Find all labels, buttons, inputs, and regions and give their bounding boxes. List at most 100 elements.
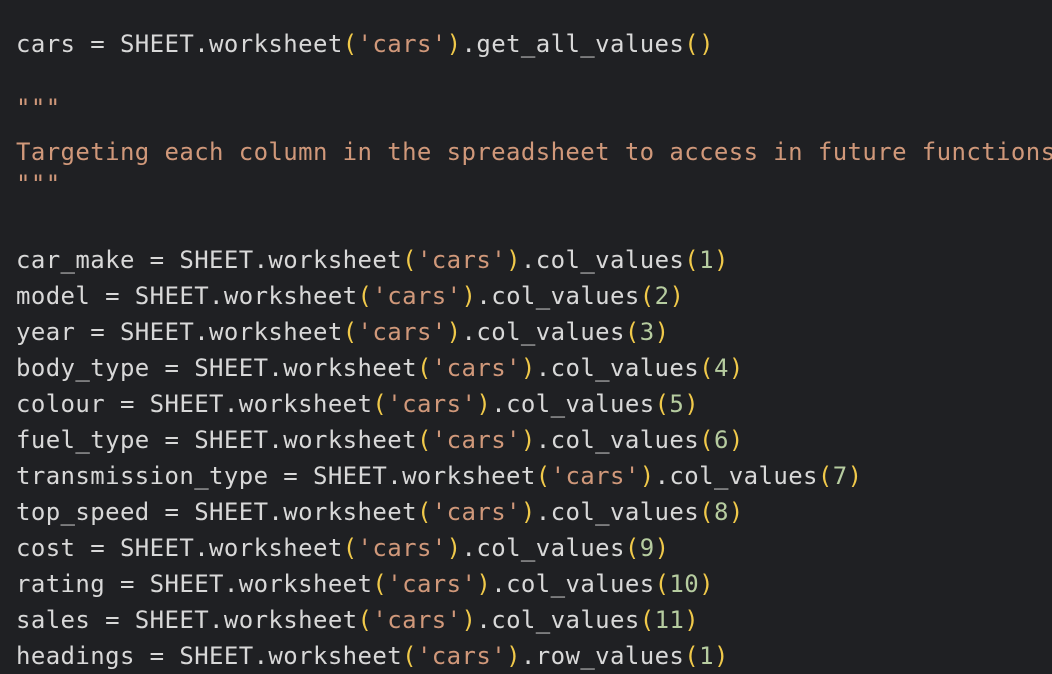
code-token: ( [402,642,417,670]
code-line[interactable]: body_type = SHEET.worksheet('cars').col_… [16,350,744,386]
code-token: ) [684,390,700,418]
code-token: ) [684,606,700,634]
code-token: ) [520,498,536,526]
code-token: ) [506,246,521,274]
code-token: colour = SHEET.worksheet [16,390,373,418]
code-token: 'cars' [431,354,521,382]
code-token: 7 [832,462,848,490]
code-token: cost = SHEET.worksheet [16,534,343,562]
code-token: ( [699,354,714,382]
code-line[interactable]: cars = SHEET.worksheet('cars').get_all_v… [16,26,714,62]
code-token: ) [699,570,714,598]
code-token: ) [520,354,536,382]
code-line[interactable]: transmission_type = SHEET.worksheet ( 'car… [16,458,862,494]
code-token: 'cars' [357,318,447,346]
code-token: 2 [654,282,670,310]
code-token: ( [416,426,432,454]
code-line[interactable]: colour = SHEET.worksheet('cars').col_val… [16,386,699,422]
code-token: 'cars' [357,30,447,58]
code-line[interactable]: model = SHEET.worksheet('cars').col_valu… [16,278,684,314]
code-token: ( [357,282,373,310]
code-token: ( [817,462,833,490]
code-token: ( [639,606,655,634]
code-token: 9 [639,534,655,562]
code-token: 6 [713,426,729,454]
code-token: 'cars' [550,462,640,490]
code-token: ) [639,462,655,490]
code-token: ) [476,570,492,598]
code-token: 'cars' [431,426,521,454]
code-token: ) [446,30,462,58]
code-token: """ [16,170,61,198]
code-token: sales = SHEET.worksheet [16,606,358,634]
code-token: 10 [669,570,700,598]
code-token: top_speed = SHEET.worksheet [16,498,417,526]
code-token: ( [372,570,388,598]
code-token: ( [342,318,358,346]
code-token: .row_values [520,642,685,670]
code-token: 'cars' [416,246,507,274]
code-token: ( [402,246,417,274]
code-line[interactable]: car_make = SHEET.worksheet('cars').col_v… [16,242,729,278]
code-token: ) [728,426,744,454]
code-token: ) [461,606,477,634]
code-token: 'cars' [431,498,521,526]
code-token: ( [624,534,640,562]
code-token: .col_values [491,390,655,418]
code-token: ) [476,390,492,418]
code-line[interactable]: year = SHEET.worksheet('cars').col_value… [16,314,669,350]
code-line[interactable]: top_speed = SHEET.worksheet('cars').col_… [16,494,744,530]
code-token: .get_all_values [461,30,685,58]
code-token: ( [654,390,670,418]
code-token: ) [728,498,744,526]
code-token: ( [654,570,670,598]
code-token: 5 [669,390,685,418]
code-token: 3 [639,318,655,346]
code-token: 'cars' [357,534,447,562]
code-token: ( [372,390,388,418]
code-token: .col_values [491,570,655,598]
code-token: ( [342,534,358,562]
code-token: 1 [699,246,714,274]
code-token: ( [639,282,655,310]
code-token: 'cars' [372,282,462,310]
code-token: ) [713,642,729,670]
code-token: car_make = SHEET.worksheet [16,246,403,274]
code-token: ( [357,606,373,634]
code-token: ( [684,246,700,274]
code-line[interactable]: cost = SHEET.worksheet('cars').col_value… [16,530,669,566]
code-token: ( [416,354,432,382]
code-token: 4 [713,354,729,382]
code-line[interactable]: """ [16,90,61,126]
code-line[interactable]: fuel_type = SHEET.worksheet('cars').col_… [16,422,744,458]
code-token: 11 [654,606,685,634]
code-token: ( [624,318,640,346]
code-line[interactable]: sales = SHEET.worksheet('cars').col_valu… [16,602,699,638]
code-editor[interactable]: cars = SHEET.worksheet('cars').get_all_v… [0,0,1052,672]
code-token: cars = SHEET.worksheet [16,30,343,58]
code-token: ) [713,246,729,274]
code-token: ) [446,534,462,562]
code-token: 8 [713,498,729,526]
code-token: 'cars' [387,570,477,598]
code-token: 'cars' [416,642,507,670]
code-token: ) [461,282,477,310]
code-token: 'cars' [387,390,477,418]
code-token: .col_values [654,462,818,490]
code-line[interactable]: rating = SHEET.worksheet('cars').col_val… [16,566,714,602]
code-token: ) [446,318,462,346]
code-token: ) [654,318,670,346]
code-token: 1 [699,642,714,670]
code-token: ) [506,642,521,670]
code-token: transmission_type = SHEET.worksheet [16,462,536,490]
code-token: year = SHEET.worksheet [16,318,343,346]
code-line[interactable]: Targeting each column in the spreadsheet… [16,134,1052,170]
code-line[interactable]: """ [16,166,61,202]
code-token: ) [654,534,670,562]
code-token: fuel_type = SHEET.worksheet [16,426,417,454]
code-token: model = SHEET.worksheet [16,282,358,310]
code-token: .col_values [476,282,640,310]
code-token: .col_values [461,318,625,346]
code-line[interactable]: headings = SHEET.worksheet('cars').row_v… [16,638,729,674]
code-token: headings = SHEET.worksheet [16,642,403,670]
